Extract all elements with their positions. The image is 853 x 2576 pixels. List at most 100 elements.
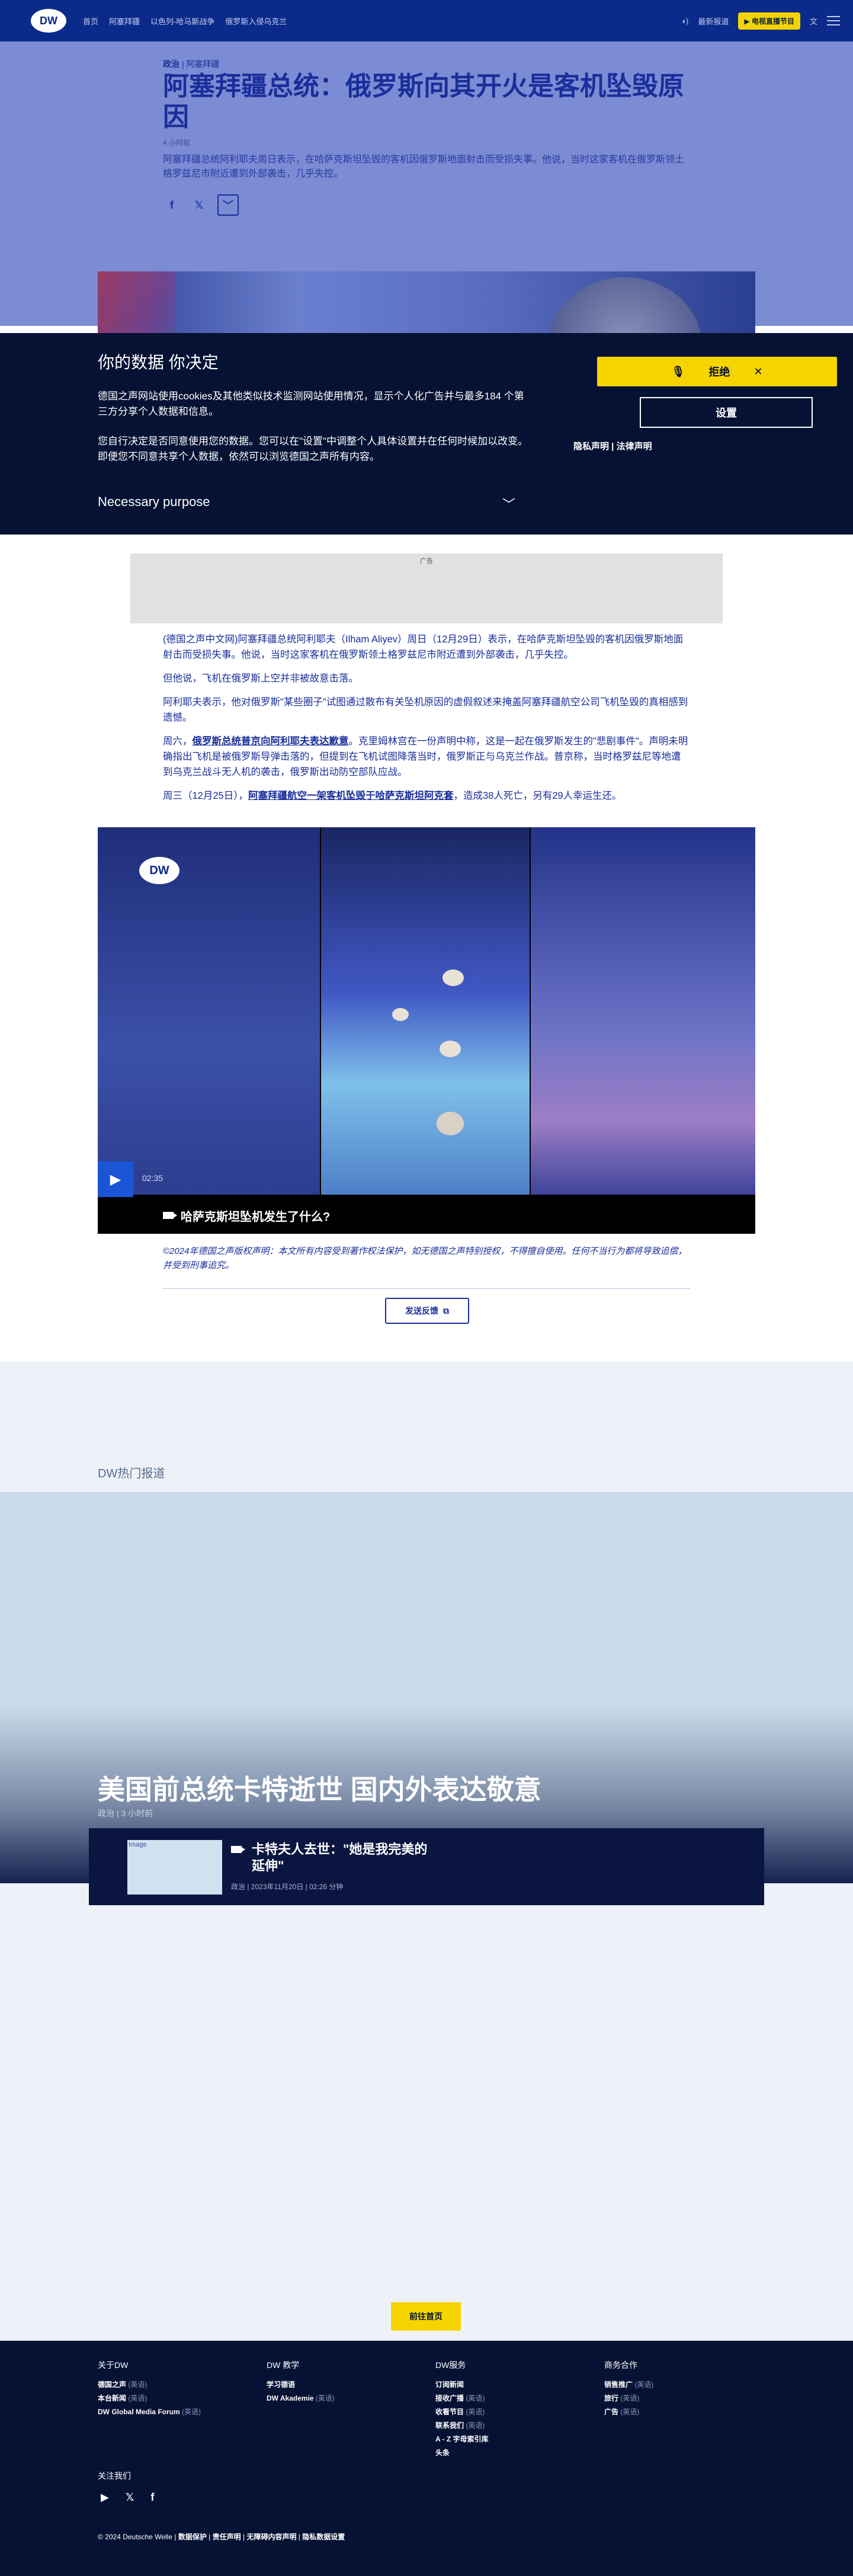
privacy-link[interactable]: 隐私声明 (573, 441, 609, 452)
send-feedback-button[interactable]: 发送反馈 ⧉ (385, 1298, 469, 1324)
video-panel-right (531, 827, 755, 1195)
x-icon[interactable]: 𝕏 (190, 196, 208, 214)
footer-column-business: 商务合作 销售推广 (英语) 旅行 (英语) 广告 (英语) (604, 2359, 653, 2419)
footer-link[interactable]: 学习德语 (267, 2378, 335, 2392)
hamburger-menu-icon[interactable] (827, 16, 840, 25)
ad-slot: 广告 (130, 553, 723, 623)
privacy-settings-link[interactable]: 隐私数据设置 (302, 2533, 345, 2541)
footer-column-learning: DW 教学 学习德语 DW Akademie (英语) (267, 2359, 335, 2405)
footer-link[interactable]: 广告 (英语) (604, 2405, 653, 2419)
footer-link[interactable]: 头条 (435, 2446, 489, 2460)
footer-link[interactable]: 接收广播 (英语) (435, 2392, 489, 2405)
hot-card-meta: 政治 | 2023年11月20日 | 02:26 分钟 (231, 1883, 344, 1891)
audio-icon[interactable]: ◖) (681, 17, 688, 25)
paragraph-5-prefix: 周三（12月25日）， (163, 791, 248, 801)
debris-shape (392, 1008, 409, 1021)
paragraph-4-prefix: 周六， (163, 736, 193, 747)
go-home-button[interactable]: 前往首页 (391, 2302, 461, 2331)
necessary-purpose-toggle[interactable]: Necessary purpose ﹀ (98, 494, 515, 513)
footer-link[interactable]: DW Akademie (英语) (267, 2392, 335, 2405)
footer-link-text: DW Akademie (267, 2394, 314, 2402)
hot-hero-image[interactable] (0, 1492, 853, 1883)
copyright-text: © 2024 Deutsche Welle (98, 2533, 173, 2541)
footer-link[interactable]: 联系我们 (英语) (435, 2419, 489, 2433)
article-body: (德国之声中文网)阿塞拜疆总统阿利耶夫（Ilham Aliyev）周日（12月2… (163, 632, 690, 812)
putin-apology-link[interactable]: 俄罗斯总统普京向阿利耶夫表达歉意 (193, 736, 349, 747)
footer: 关于DW 德国之声 (英语) 本台新闻 (英语) DW Global Media… (0, 2341, 853, 2576)
footer-link-text: 学习德语 (267, 2380, 296, 2389)
facebook-icon[interactable]: f (163, 196, 181, 214)
footer-link-text: 旅行 (604, 2394, 619, 2402)
footer-link-text: DW Global Media Forum (98, 2408, 180, 2416)
settings-button[interactable]: 设置 (640, 397, 813, 428)
paragraph-2: 但他说，飞机在俄罗斯上空并非被故意击落。 (163, 673, 358, 684)
nav-link-azerbaijan[interactable]: 阿塞拜疆 (109, 15, 140, 27)
footer-link-text: 头条 (435, 2449, 450, 2457)
reject-label: 拒绝 (708, 366, 730, 378)
footer-link[interactable]: 订阅新闻 (435, 2378, 489, 2392)
social-icons: ▶ 𝕏 f (101, 2491, 154, 2504)
language-selector[interactable]: 文 (810, 15, 817, 27)
footer-link-suffix: (英语) (315, 2394, 335, 2402)
hot-headline[interactable]: 美国前总统卡特逝世 国内外表达敬意 (98, 1768, 541, 1807)
feedback-label: 发送反馈 (405, 1306, 438, 1316)
article-time: 4 小时前 (163, 139, 191, 147)
debris-shape (440, 1041, 461, 1057)
breadcrumb-region[interactable]: 阿塞拜疆 (186, 59, 219, 69)
reject-button[interactable]: 🎙 拒绝 ✕ (597, 357, 837, 386)
disclaimer-link[interactable]: 责任声明 (213, 2533, 241, 2541)
nav-link-home[interactable]: 首页 (83, 15, 98, 27)
footer-link-suffix: (英语) (634, 2380, 654, 2389)
footer-link[interactable]: DW Global Media Forum (英语) (98, 2405, 201, 2419)
facebook-icon[interactable]: f (150, 2491, 154, 2504)
footer-link-text: 接收广播 (435, 2394, 464, 2402)
footer-link-suffix: (英语) (620, 2394, 640, 2402)
footer-link[interactable]: A - Z 字母索引库 (435, 2433, 489, 2446)
video-player[interactable]: DW ▶ 02:35 哈萨克斯坦坠机发生了什么? (98, 827, 755, 1234)
hole-shape (437, 1112, 464, 1135)
youtube-icon[interactable]: ▶ (101, 2491, 109, 2504)
follow-us-label: 关注我们 (98, 2471, 131, 2481)
hot-card-title[interactable]: 卡特夫人去世："她是我完美的延伸" (252, 1841, 429, 1874)
article-title: 阿塞拜疆总统：俄罗斯向其开火是客机坠毁原因 (163, 72, 684, 132)
footer-link[interactable]: 本台新闻 (英语) (98, 2392, 201, 2405)
live-tv-label: 电视直播节目 (751, 17, 794, 25)
hot-card-thumbnail[interactable]: Image (127, 1840, 222, 1895)
video-panel-left: DW (98, 827, 320, 1195)
breadcrumb-category[interactable]: 政治 (163, 59, 179, 69)
hot-section-title: DW热门报道 (98, 1467, 165, 1480)
crash-report-link[interactable]: 阿塞拜疆航空一架客机坠毁于哈萨克斯坦阿克套 (248, 791, 454, 801)
nav-link-russia-ukraine[interactable]: 俄罗斯入侵乌克兰 (225, 15, 287, 27)
x-icon[interactable]: 𝕏 (126, 2491, 134, 2504)
footer-link-suffix: (英语) (466, 2421, 485, 2430)
dw-logo[interactable]: DW (31, 9, 66, 33)
hot-video-card[interactable]: Image 卡特夫人去世："她是我完美的延伸" 政治 | 2023年11月20日… (89, 1828, 764, 1905)
footer-link[interactable]: 收看节目 (英语) (435, 2405, 489, 2419)
paragraph-5-rest: ，造成38人死亡，另有29人幸运生还。 (453, 791, 622, 801)
breadcrumb: 政治 | 阿塞拜疆 (163, 59, 220, 69)
footer-column-title: 商务合作 (604, 2360, 637, 2370)
cookie-title: 你的数据 你决定 (98, 353, 219, 372)
footer-link[interactable]: 德国之声 (英语) (98, 2378, 201, 2392)
topbar-right: ◖) 最新报道 ▶ 电视直播节目 文 (681, 0, 840, 41)
more-icon[interactable]: ﹀ (217, 194, 239, 216)
article-header: 政治 | 阿塞拜疆 阿塞拜疆总统：俄罗斯向其开火是客机坠毁原因 4 小时前 阿塞… (0, 41, 853, 378)
footer-column-about: 关于DW 德国之声 (英语) 本台新闻 (英语) DW Global Media… (98, 2359, 201, 2419)
mic-icon: 🎙 (671, 365, 685, 377)
video-camera-icon (231, 1846, 245, 1853)
chevron-down-icon: ﹀ (502, 497, 515, 512)
latest-news-link[interactable]: 最新报道 (698, 15, 729, 27)
footer-link[interactable]: 旅行 (英语) (604, 2392, 653, 2405)
video-panel-middle (320, 827, 531, 1195)
nav-link-israel-hamas[interactable]: 以色列-哈马斯战争 (150, 15, 214, 27)
legal-link[interactable]: 法律声明 (617, 441, 652, 452)
video-caption-text: 哈萨克斯坦坠机发生了什么? (181, 1210, 331, 1224)
play-button[interactable]: ▶ (98, 1161, 133, 1197)
footer-link-text: 销售推广 (604, 2380, 633, 2389)
divider (163, 1288, 690, 1289)
live-tv-button[interactable]: ▶ 电视直播节目 (738, 12, 800, 30)
data-protection-link[interactable]: 数据保护 (178, 2533, 207, 2541)
footer-link[interactable]: 销售推广 (英语) (604, 2378, 653, 2392)
video-dw-logo: DW (139, 857, 179, 884)
accessibility-link[interactable]: 无障碍内容声明 (246, 2533, 296, 2541)
